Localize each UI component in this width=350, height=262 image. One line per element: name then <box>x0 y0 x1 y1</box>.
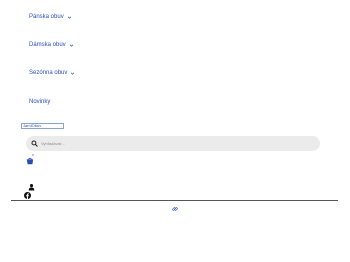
nav-item-panska-obuv[interactable]: Pánska obuv <box>29 14 72 20</box>
facebook-icon[interactable] <box>24 192 31 199</box>
cart-button[interactable]: 0 <box>26 153 36 165</box>
logo-alt-text: JarniObuv <box>23 123 42 128</box>
nav-item-sezonna-obuv[interactable]: Sezónna obuv <box>29 70 75 76</box>
chevron-down-icon <box>67 16 71 19</box>
chevron-down-icon <box>71 72 75 75</box>
nav-item-label: Novinky <box>29 99 51 105</box>
search-input[interactable] <box>41 141 301 146</box>
nav-item-label: Sezónna obuv <box>29 70 68 76</box>
search-bar[interactable] <box>26 136 320 151</box>
user-icon[interactable] <box>28 183 35 191</box>
chevron-down-icon <box>69 44 73 47</box>
link-icon[interactable] <box>172 206 178 212</box>
nav-item-novinky[interactable]: Novinky <box>29 99 50 105</box>
nav-item-label: Dámska obuv <box>29 42 66 48</box>
logo-link[interactable]: JarniObuv <box>21 123 64 129</box>
footer-divider <box>11 200 338 201</box>
nav-item-damska-obuv[interactable]: Dámska obuv <box>29 42 74 48</box>
search-icon <box>31 140 38 147</box>
nav-item-label: Pánska obuv <box>29 14 64 20</box>
cart-icon <box>26 157 34 165</box>
cart-count-badge: 0 <box>32 153 34 157</box>
